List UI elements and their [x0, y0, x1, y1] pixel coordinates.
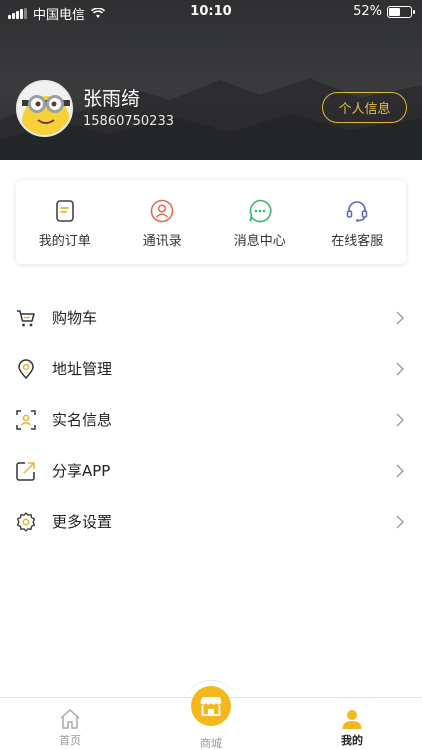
- home-icon: [60, 709, 80, 729]
- tab-label-mine: 我的: [341, 734, 363, 747]
- menu-label-address: 地址管理: [52, 360, 113, 378]
- menu-item-share[interactable]: 分享APP: [0, 445, 422, 496]
- menu-label-share: 分享APP: [52, 462, 111, 480]
- tab-mine[interactable]: 我的: [282, 698, 422, 750]
- personal-info-button[interactable]: 个人信息: [322, 92, 407, 123]
- menu-item-cart[interactable]: 购物车: [0, 292, 422, 343]
- contacts-icon: [150, 199, 174, 223]
- battery-level: [389, 7, 400, 16]
- quick-label-orders: 我的订单: [38, 234, 91, 249]
- chevron-right-icon: [396, 464, 404, 477]
- person-icon: [342, 710, 362, 729]
- profile-header: 中国电信 10:10 52% 张雨绮 15860750233 个人信息: [0, 0, 422, 160]
- user-name: 张雨绮: [83, 88, 141, 110]
- message-icon: [248, 199, 272, 223]
- quick-item-support[interactable]: 在线客服: [309, 180, 407, 264]
- quick-item-contacts[interactable]: 通讯录: [114, 180, 212, 264]
- menu-list: 购物车 地址管理 实名信息 分享APP 更多设置: [0, 292, 422, 547]
- menu-item-realname[interactable]: 实名信息: [0, 394, 422, 445]
- menu-label-settings: 更多设置: [52, 513, 113, 531]
- user-phone: 15860750233: [83, 114, 174, 129]
- menu-item-address[interactable]: 地址管理: [0, 343, 422, 394]
- avatar[interactable]: [16, 80, 73, 137]
- menu-item-settings[interactable]: 更多设置: [0, 496, 422, 547]
- id-card-icon: [16, 410, 36, 430]
- store-icon: [200, 697, 222, 716]
- chevron-right-icon: [396, 413, 404, 426]
- chevron-right-icon: [396, 515, 404, 528]
- status-bar: 中国电信 10:10 52%: [0, 0, 422, 24]
- settings-gear-icon: [16, 512, 36, 532]
- menu-label-cart: 购物车: [52, 309, 98, 327]
- quick-label-support: 在线客服: [331, 234, 384, 249]
- order-icon: [55, 200, 74, 222]
- menu-label-realname: 实名信息: [52, 411, 113, 429]
- share-icon: [16, 462, 35, 481]
- mall-button[interactable]: [191, 686, 231, 726]
- quick-actions-card: 我的订单 通讯录 消息中心 在线客服: [16, 180, 406, 264]
- quick-item-orders[interactable]: 我的订单: [16, 180, 114, 264]
- location-pin-icon: [18, 359, 34, 379]
- tab-label-home: 首页: [59, 734, 81, 747]
- tab-label-mall: 商城: [200, 737, 222, 750]
- chevron-right-icon: [396, 362, 404, 375]
- chevron-right-icon: [396, 311, 404, 324]
- battery-percent: 52%: [353, 4, 382, 19]
- quick-label-contacts: 通讯录: [142, 234, 182, 249]
- cart-icon: [17, 310, 35, 327]
- battery-icon: [387, 5, 415, 18]
- quick-label-messages: 消息中心: [233, 234, 286, 249]
- tab-home[interactable]: 首页: [0, 698, 140, 750]
- quick-item-messages[interactable]: 消息中心: [211, 180, 309, 264]
- headset-icon: [347, 201, 368, 222]
